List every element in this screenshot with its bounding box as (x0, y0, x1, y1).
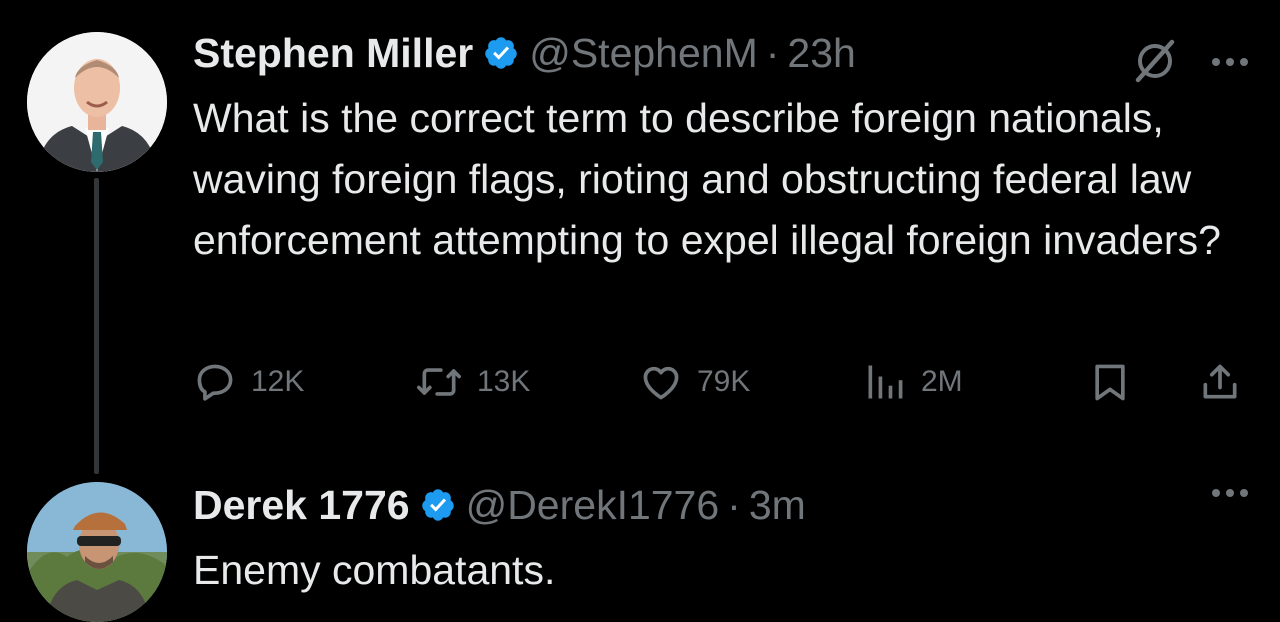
share-button[interactable] (1198, 358, 1242, 406)
reply-button[interactable]: 12K (193, 358, 304, 406)
reply-count: 12K (251, 365, 305, 398)
bookmark-icon (1088, 360, 1132, 404)
reply-text: Enemy combatants. (193, 547, 556, 593)
tweet-header: Stephen Miller @StephenM · 23h (193, 28, 856, 78)
stephen-miller-avatar[interactable] (27, 32, 167, 172)
repost-button[interactable]: 13K (415, 358, 530, 406)
time-separator: · (765, 29, 780, 76)
views-button[interactable]: 2M (863, 358, 963, 406)
views-count: 2M (921, 365, 963, 398)
original-tweet[interactable]: Stephen Miller @StephenM · 23h What is t (0, 0, 1280, 474)
like-count: 79K (697, 365, 751, 398)
grok-icon[interactable] (1130, 36, 1180, 91)
like-button[interactable]: 79K (639, 358, 750, 406)
reply-author-name[interactable]: Derek 1776 (193, 482, 410, 529)
heart-icon (639, 360, 683, 404)
post-time[interactable]: 23h (787, 30, 855, 77)
verified-badge-icon[interactable] (483, 35, 519, 71)
reply-header: Derek 1776 @DerekI1776 · 3m (193, 480, 806, 530)
reply-time[interactable]: 3m (749, 482, 806, 529)
more-icon[interactable] (1210, 55, 1250, 73)
reply-more-icon[interactable] (1210, 486, 1250, 504)
bookmark-button[interactable] (1088, 358, 1132, 406)
reply-author-handle[interactable]: @DerekI1776 (466, 482, 720, 529)
thread-connector-line (94, 178, 99, 474)
reply-time-separator: · (727, 481, 741, 528)
share-icon (1198, 360, 1242, 404)
repost-count: 13K (477, 365, 531, 398)
author-name[interactable]: Stephen Miller (193, 30, 473, 77)
views-chart-icon (863, 360, 907, 404)
reply-icon (193, 360, 237, 404)
tweet-actions-bar: 12K 13K 79K 2M (193, 358, 1253, 406)
repost-icon (415, 360, 463, 404)
derek-avatar[interactable] (27, 482, 167, 622)
reply-verified-badge-icon[interactable] (420, 487, 456, 523)
tweet-top-right-actions (1130, 36, 1250, 91)
author-handle[interactable]: @StephenM (529, 30, 758, 77)
tweet-text: What is the correct term to describe for… (193, 95, 1221, 263)
